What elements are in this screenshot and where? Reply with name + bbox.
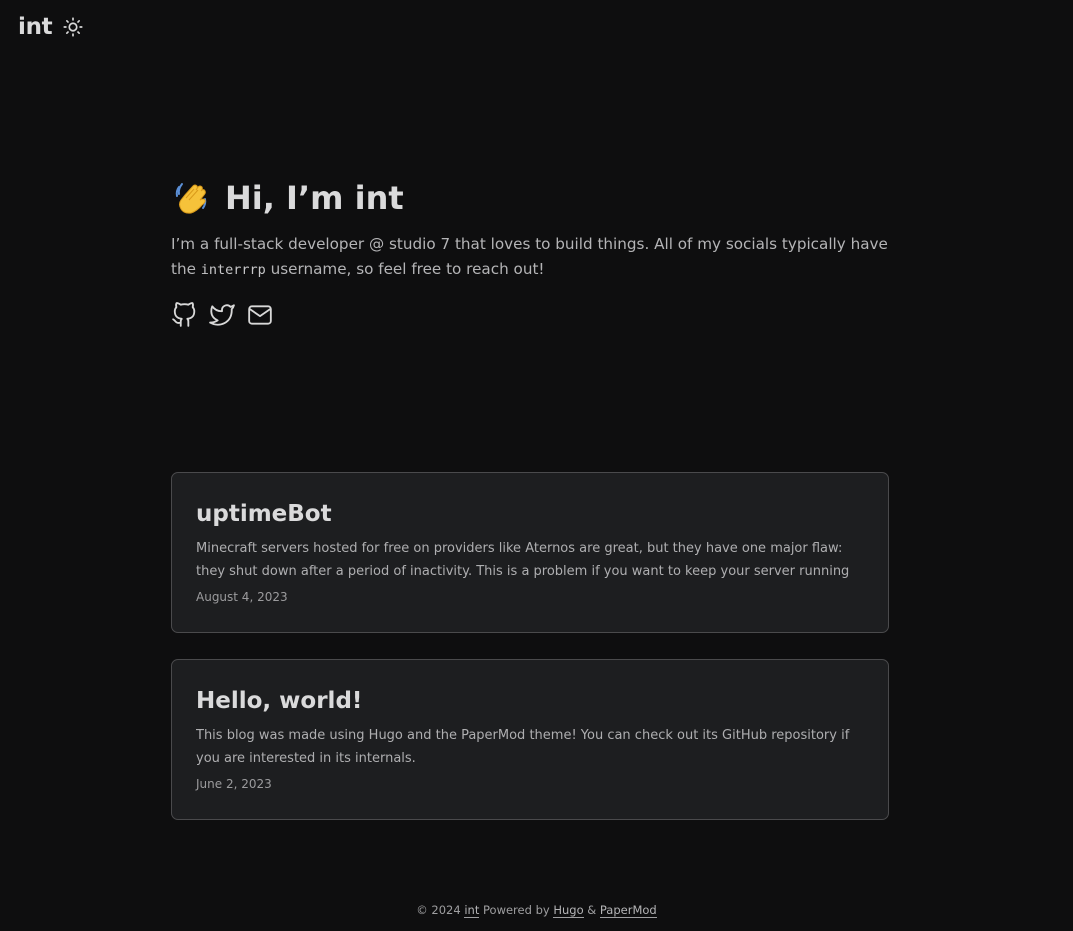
footer-copyright: © 2024	[416, 903, 461, 917]
post-summary: This blog was made using Hugo and the Pa…	[196, 728, 850, 766]
hero-description: I’m a full-stack developer @ studio 7 th…	[171, 232, 891, 283]
footer-ampersand: &	[587, 903, 597, 917]
sun-icon	[63, 17, 83, 37]
github-link[interactable]	[171, 301, 197, 329]
theme-toggle-button[interactable]	[62, 16, 84, 38]
github-icon	[172, 302, 196, 327]
post-date: June 2, 2023	[196, 777, 272, 791]
post-title: uptimeBot	[196, 501, 332, 527]
post-card[interactable]: uptimeBot Minecraft servers hosted for f…	[171, 472, 889, 633]
post-summary: Minecraft servers hosted for free on pro…	[196, 541, 850, 579]
footer-site-link[interactable]: int	[464, 903, 480, 918]
page-title: Hi, I’m int	[171, 176, 891, 220]
twitter-icon	[209, 304, 235, 326]
footer-papermod-link[interactable]: PaperMod	[599, 903, 657, 918]
post-date: August 4, 2023	[196, 590, 288, 604]
hero-title-text: Hi, I’m int	[225, 179, 404, 217]
waving-hand-icon	[175, 183, 207, 214]
hero-text-part-2: username, so feel free to reach out!	[265, 260, 545, 278]
site-footer: © 2024 int Powered by Hugo & PaperMod	[0, 903, 1073, 918]
footer-powered-by: Powered by	[483, 903, 550, 917]
site-logo[interactable]: int	[18, 14, 53, 40]
post-card[interactable]: Hello, world! This blog was made using H…	[171, 659, 889, 820]
social-links	[171, 301, 891, 329]
username-code: interrrp	[200, 262, 266, 278]
post-title: Hello, world!	[196, 688, 363, 714]
footer-hugo-link[interactable]: Hugo	[553, 903, 584, 918]
profile-intro: Hi, I’m int I’m a full-stack developer @…	[171, 176, 891, 329]
twitter-link[interactable]	[209, 301, 235, 329]
email-icon	[248, 305, 272, 325]
site-header: int	[18, 10, 84, 44]
email-link[interactable]	[247, 301, 273, 329]
